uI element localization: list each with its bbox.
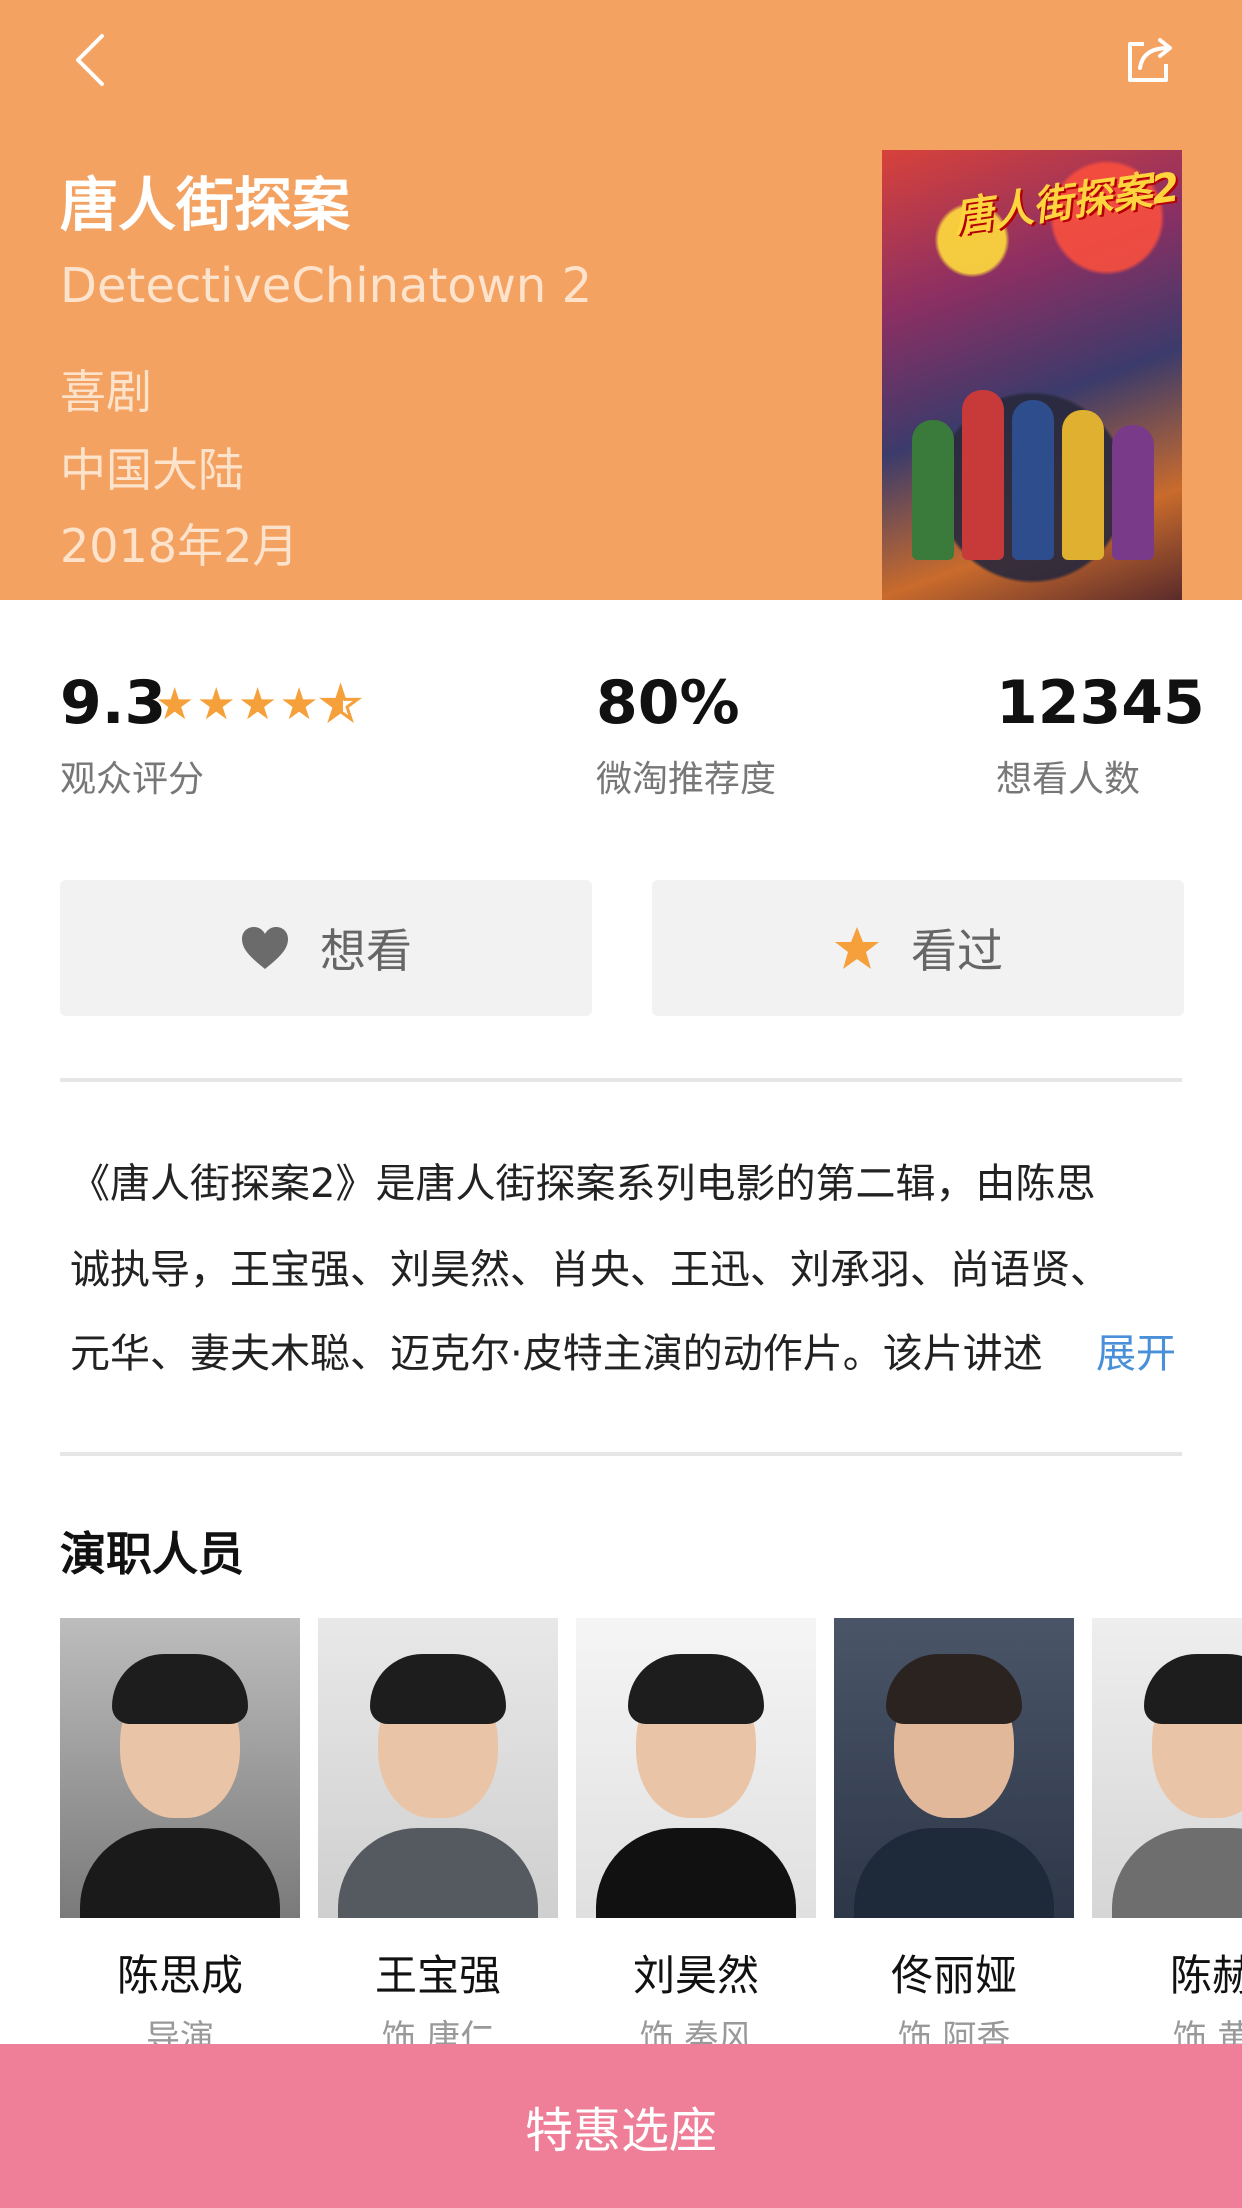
synopsis-line: 元华、妻夫木聪、迈克尔·皮特主演的动作片。该片讲述 (70, 1331, 1043, 1377)
cast-card[interactable]: 陈赫 饰 黄 (1092, 1618, 1242, 2058)
half-star-icon: ★ (319, 681, 361, 728)
recommend-rate: 80% (596, 668, 740, 738)
cast-card[interactable]: 佟丽娅 饰 阿香 (834, 1618, 1074, 2058)
movie-poster[interactable]: 唐人街探案2 (882, 150, 1182, 600)
cast-name: 佟丽娅 (890, 1951, 1017, 2000)
want-count-label: 想看人数 (996, 759, 1141, 800)
audience-score: 9.3 (60, 668, 167, 738)
star-icon: ★ (237, 679, 278, 730)
recommend-rate-label: 微淘推荐度 (596, 759, 777, 800)
want-to-watch-button[interactable]: 想看 (60, 880, 592, 1016)
poster-figure (962, 390, 1004, 560)
buy-ticket-label: 特惠选座 (524, 2103, 717, 2159)
heart-icon (242, 927, 288, 969)
cast-photo (834, 1618, 1074, 1918)
star-icon: ★ (196, 679, 236, 730)
synopsis-fade (1050, 1312, 1100, 1396)
movie-title: 唐人街探案 (60, 171, 351, 239)
poster-figure (1062, 410, 1104, 560)
buy-ticket-button[interactable]: 特惠选座 (0, 2044, 1242, 2208)
synopsis-line: 《唐人街探案2》是唐人街探案系列电影的第二辑，由陈思 (70, 1161, 1096, 1207)
expand-synopsis-link[interactable]: 展开 (1096, 1312, 1176, 1396)
cast-photo (576, 1618, 816, 1918)
synopsis-line: 诚执导，王宝强、刘昊然、肖央、王迅、刘承羽、尚语贤、 (70, 1247, 1110, 1293)
cast-photo (60, 1618, 300, 1918)
movie-english-title: DetectiveChinatown 2 (60, 258, 593, 314)
share-icon (1128, 38, 1172, 82)
star-icon: ★ (155, 679, 195, 730)
watched-label: 看过 (911, 924, 1003, 978)
poster-figure (1012, 400, 1054, 560)
poster-figure (1112, 425, 1154, 560)
watched-button[interactable]: 看过 (652, 880, 1184, 1016)
poster-title-text: 唐人街探案2 (950, 164, 1182, 242)
movie-release-date: 2018年2月 (60, 519, 299, 573)
cast-section-title: 演职人员 (60, 1527, 244, 1581)
movie-genre: 喜剧 (60, 365, 152, 419)
cast-photo (318, 1618, 558, 1918)
back-button[interactable] (60, 30, 120, 90)
cast-card[interactable]: 陈思成 导演 (60, 1618, 300, 2058)
cast-name: 陈思成 (116, 1951, 243, 2000)
cast-name: 王宝强 (374, 1951, 501, 2000)
rating-stars: ★ ★ ★ ★ ★ (155, 679, 362, 730)
cast-name: 刘昊然 (632, 1951, 759, 2000)
want-count: 12345 (996, 668, 1205, 738)
movie-region: 中国大陆 (60, 443, 244, 497)
cast-card[interactable]: 王宝强 饰 唐仁 (318, 1618, 558, 2058)
movie-header: 唐人街探案 DetectiveChinatown 2 喜剧 中国大陆 2018年… (0, 0, 1242, 600)
want-to-watch-label: 想看 (320, 924, 412, 978)
audience-score-label: 观众评分 (60, 759, 205, 800)
divider (60, 1078, 1182, 1082)
poster-figure (912, 420, 954, 560)
chevron-left-icon (76, 34, 104, 86)
share-button[interactable] (1120, 30, 1180, 90)
divider (60, 1452, 1182, 1456)
cast-name: 陈赫 (1169, 1951, 1242, 2000)
star-icon: ★ (279, 679, 319, 730)
cast-photo (1092, 1618, 1242, 1918)
cast-card[interactable]: 刘昊然 饰 秦风 (576, 1618, 816, 2058)
star-icon (835, 927, 879, 969)
